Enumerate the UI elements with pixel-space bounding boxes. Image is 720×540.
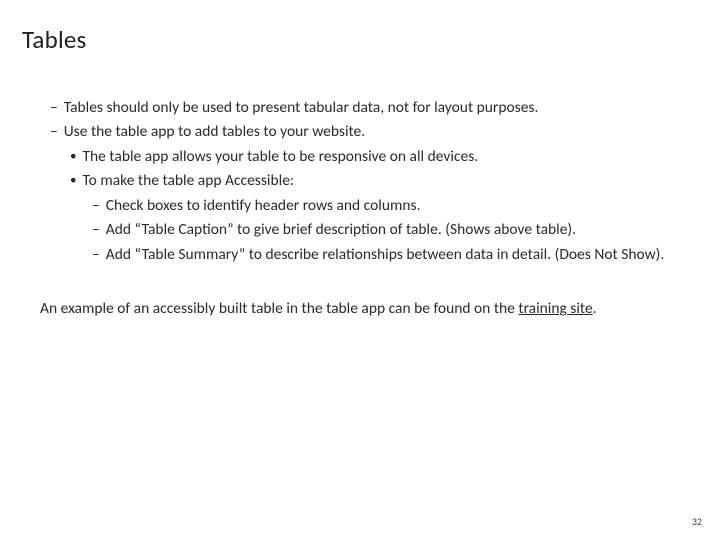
bullet-text: The table app allows your table to be re… xyxy=(82,146,698,168)
bullet-level2: To make the table app Accessible: xyxy=(22,170,698,192)
footer-text-post: . xyxy=(593,299,597,318)
training-site-link[interactable]: training site xyxy=(518,299,592,318)
bullet-level3: Add “Table Caption” to give brief descri… xyxy=(22,219,698,241)
bullet-text: Add “Table Caption” to give brief descri… xyxy=(106,219,698,241)
bullet-text: Use the table app to add tables to your … xyxy=(64,121,698,143)
dash-icon xyxy=(92,195,106,217)
bullet-level2: The table app allows your table to be re… xyxy=(22,146,698,168)
footer-paragraph: An example of an accessibly built table … xyxy=(22,298,698,320)
dot-icon xyxy=(70,170,82,192)
bullet-level3: Add “Table Summary” to describe relation… xyxy=(22,244,698,266)
footer-text-pre: An example of an accessibly built table … xyxy=(40,299,518,318)
bullet-level1: Tables should only be used to present ta… xyxy=(22,97,698,119)
dash-icon xyxy=(92,244,106,266)
dash-icon xyxy=(50,121,64,143)
bullet-level1: Use the table app to add tables to your … xyxy=(22,121,698,143)
page-number: 32 xyxy=(692,515,702,528)
slide-body: Tables should only be used to present ta… xyxy=(22,97,698,266)
dot-icon xyxy=(70,146,82,168)
bullet-text: Check boxes to identify header rows and … xyxy=(106,195,698,217)
bullet-text: To make the table app Accessible: xyxy=(82,170,698,192)
bullet-text: Add “Table Summary” to describe relation… xyxy=(106,244,698,266)
bullet-level3: Check boxes to identify header rows and … xyxy=(22,195,698,217)
dash-icon xyxy=(50,97,64,119)
bullet-text: Tables should only be used to present ta… xyxy=(64,97,698,119)
slide-title: Tables xyxy=(22,24,698,55)
dash-icon xyxy=(92,219,106,241)
